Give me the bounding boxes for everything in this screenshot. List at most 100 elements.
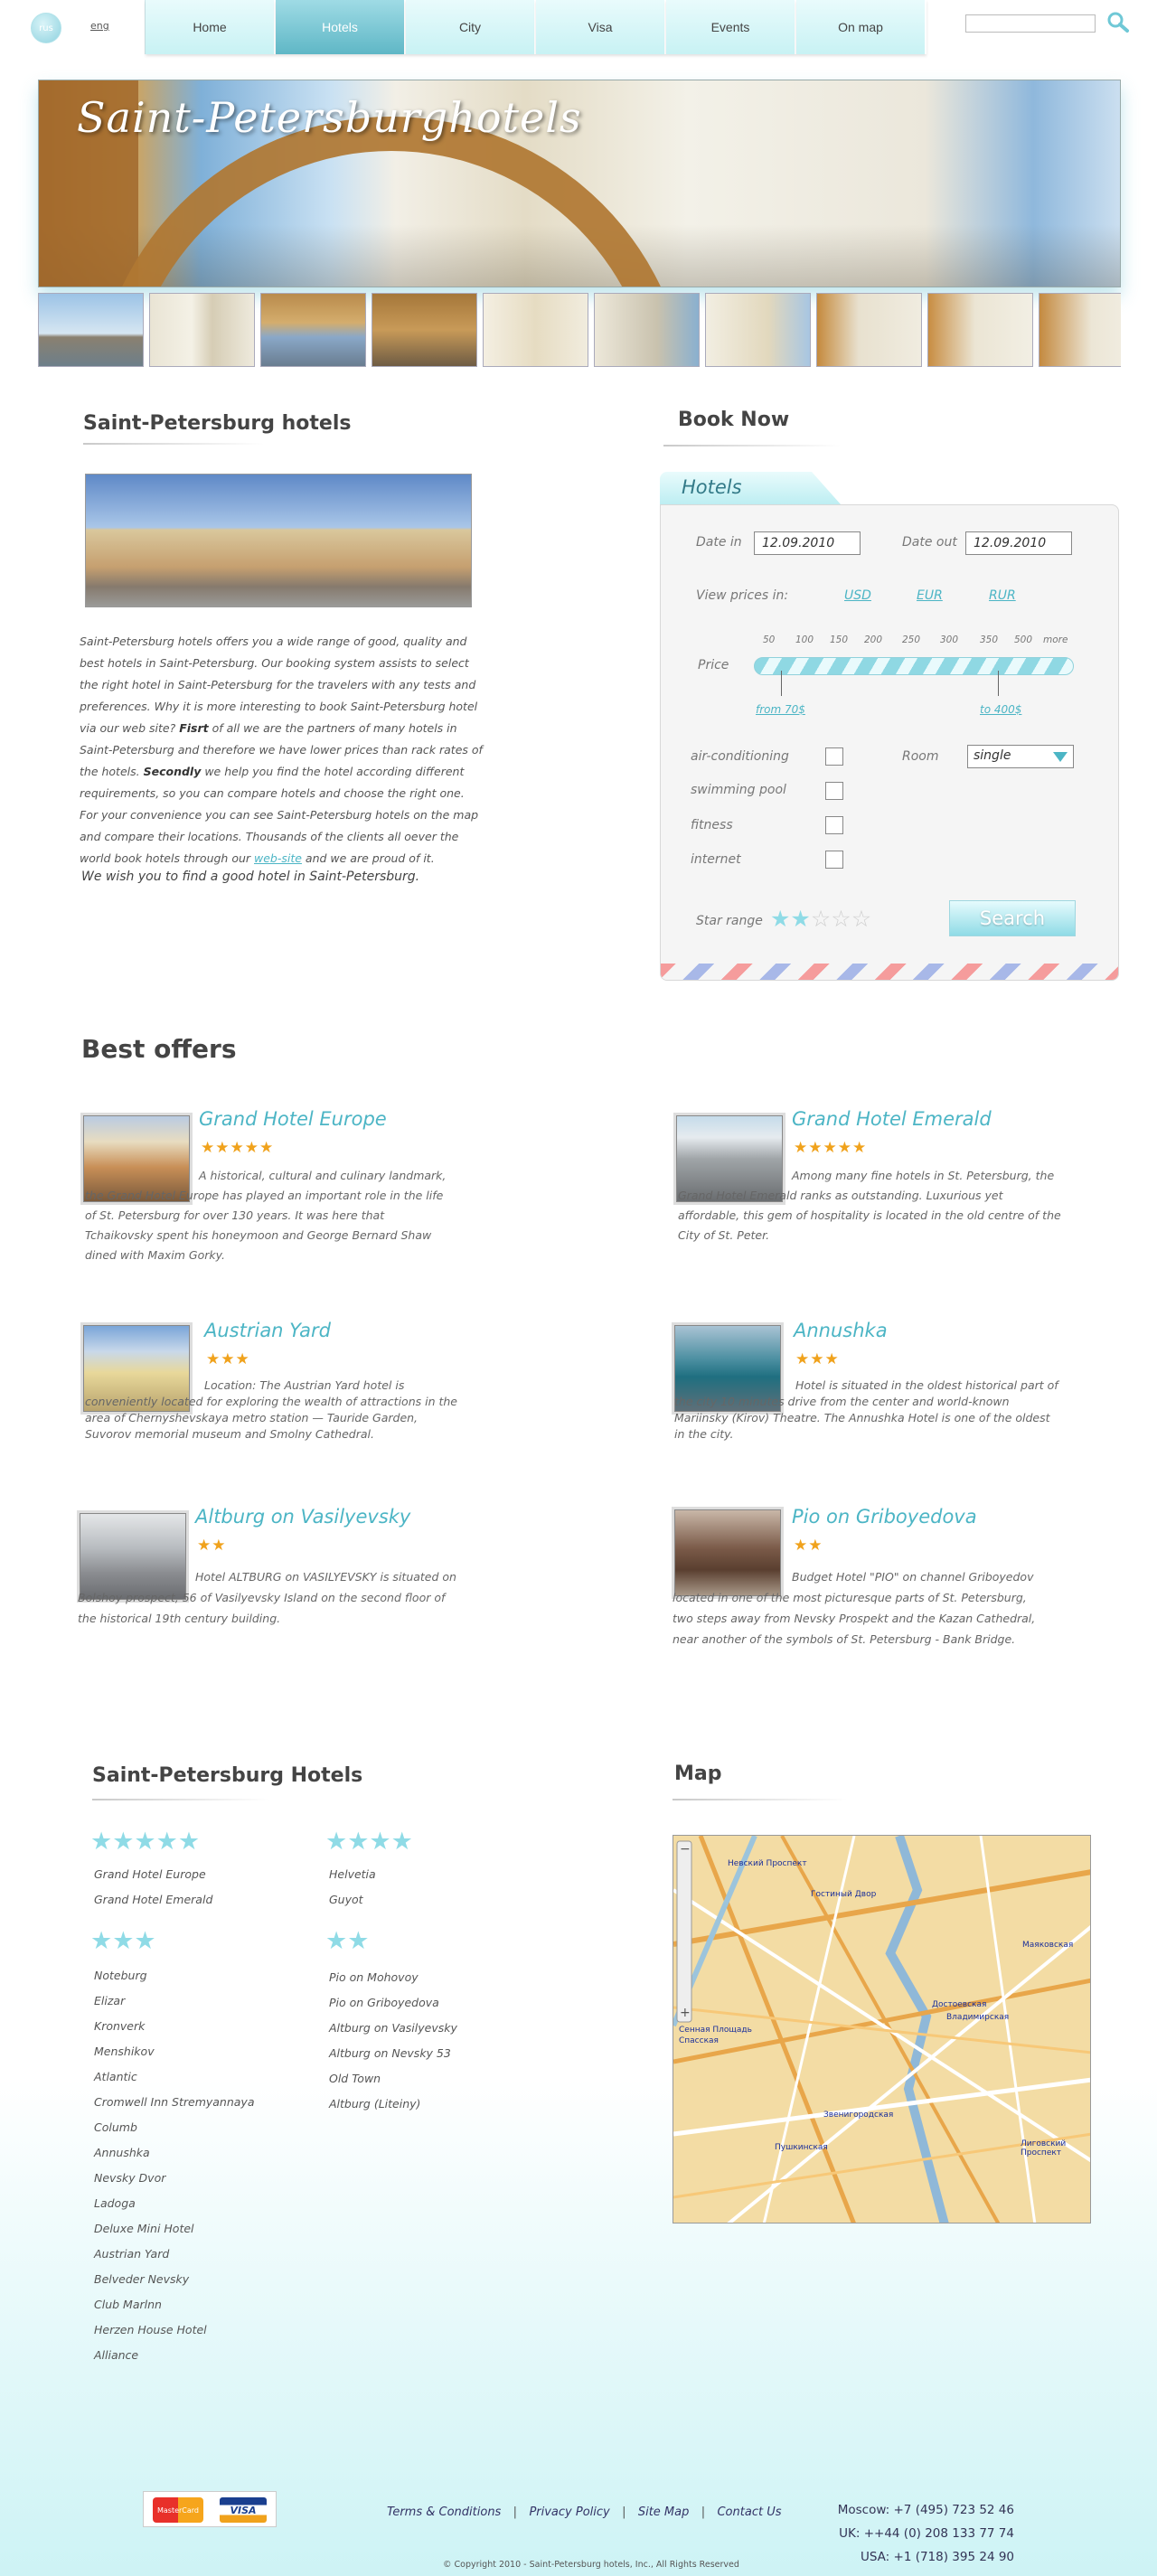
slider-min-handle[interactable] [781, 671, 782, 696]
search-icon[interactable] [1106, 11, 1130, 34]
offer-description: Location: The Austrian Yard hotel is con… [85, 1378, 457, 1441]
hotel-link[interactable]: Kronverk [94, 2014, 255, 2039]
currency-usd[interactable]: USD [844, 588, 871, 603]
contact-link[interactable]: Contact Us [717, 2505, 781, 2519]
intro-wish: We wish you to find a good hotel in Sain… [81, 870, 420, 884]
star-empty-icon[interactable]: ☆ [811, 906, 831, 932]
map-label: Маяковская [1022, 1941, 1074, 1950]
thumbnail[interactable] [260, 293, 366, 367]
hotel-link[interactable]: Cromwell Inn Stremyannaya [94, 2090, 255, 2115]
hotel-link[interactable]: Pio on Griboyedova [329, 1990, 457, 2016]
star-range-rating[interactable]: ★★☆☆☆ [770, 907, 871, 930]
currency-rur[interactable]: RUR [989, 588, 1016, 603]
offer-name-link[interactable]: Annushka [794, 1320, 888, 1341]
fitness-checkbox[interactable] [825, 816, 843, 834]
room-select[interactable]: single [967, 745, 1074, 768]
hotel-link[interactable]: Deluxe Mini Hotel [94, 2216, 255, 2242]
hotel-link[interactable]: Old Town [329, 2066, 457, 2092]
language-russian-button[interactable]: rus [31, 13, 61, 43]
hotel-link[interactable]: Grand Hotel Europe [94, 1862, 212, 1887]
offer-rating: ★★ [794, 1537, 823, 1555]
thumbnail[interactable] [38, 293, 144, 367]
hotel-link[interactable]: Atlantic [94, 2064, 255, 2090]
thumbnail[interactable] [1039, 293, 1121, 367]
swimming-pool-checkbox[interactable] [825, 782, 843, 800]
hotel-link[interactable]: Elizar [94, 1988, 255, 2014]
sitemap-link[interactable]: Site Map [638, 2505, 690, 2519]
intro-text-bold: Secondly [143, 765, 202, 778]
date-out-field[interactable]: 12.09.2010 [965, 531, 1072, 555]
date-in-field[interactable]: 12.09.2010 [754, 531, 861, 555]
thumbnail[interactable] [372, 293, 477, 367]
hotel-link[interactable]: Guyot [329, 1887, 376, 1913]
hotel-link[interactable]: Noteburg [94, 1963, 255, 1988]
internet-checkbox[interactable] [825, 851, 843, 869]
map-title-underline [673, 1799, 848, 1800]
star-filled-icon[interactable]: ★ [770, 906, 790, 932]
nav-on-map[interactable]: On map [796, 0, 927, 54]
thumbnail[interactable] [705, 293, 811, 367]
hotel-link[interactable]: Belveder Nevsky [94, 2267, 255, 2292]
privacy-link[interactable]: Privacy Policy [529, 2505, 609, 2519]
web-site-link[interactable]: web-site [254, 851, 302, 865]
footer-separator: | [505, 2505, 525, 2519]
amenity-label: internet [691, 852, 741, 867]
star-empty-icon[interactable]: ☆ [851, 906, 871, 932]
offer-description: Hotel ALTBURG on VASILYEVSKY is situated… [78, 1570, 456, 1625]
lang-circle-label: rus [39, 23, 53, 33]
price-range-slider[interactable] [754, 657, 1074, 675]
terms-link[interactable]: Terms & Conditions [387, 2505, 501, 2519]
hotel-link[interactable]: Ladoga [94, 2191, 255, 2216]
map-label: Невский Проспект [728, 1859, 807, 1868]
hotel-link[interactable]: Austrian Yard [94, 2242, 255, 2267]
nav-events[interactable]: Events [666, 0, 796, 54]
svg-text:−: − [680, 1842, 691, 1857]
language-english-link[interactable]: eng [90, 20, 109, 32]
nav-city[interactable]: City [406, 0, 536, 54]
hotel-link[interactable]: Annushka [94, 2140, 255, 2166]
search-input[interactable] [965, 14, 1096, 33]
star-filled-icon[interactable]: ★ [790, 906, 810, 932]
nav-hotels[interactable]: Hotels [276, 0, 406, 54]
hotel-link[interactable]: Herzen House Hotel [94, 2317, 255, 2343]
offer-rating: ★★ [197, 1537, 227, 1555]
thumbnail[interactable] [594, 293, 700, 367]
date-in-label: Date in [696, 535, 742, 550]
hotels-list-title: Saint-Petersburg Hotels [92, 1764, 363, 1787]
search-hotels-button[interactable]: Search [949, 900, 1076, 936]
hotel-link[interactable]: Columb [94, 2115, 255, 2140]
phone-uk: UK: ++44 (0) 208 133 77 74 [839, 2526, 1014, 2541]
offer-name-link[interactable]: Grand Hotel Europe [199, 1108, 387, 1130]
air-conditioning-checkbox[interactable] [825, 747, 843, 766]
hotel-link[interactable]: Altburg on Vasilyevsky [329, 2016, 457, 2041]
offer-name-link[interactable]: Grand Hotel Emerald [792, 1108, 992, 1130]
thumbnail[interactable] [149, 293, 255, 367]
hotel-link[interactable]: Pio on Mohovoy [329, 1965, 457, 1990]
map-label: Звенигородская [823, 2111, 894, 2120]
hotel-link[interactable]: Club Marlnn [94, 2292, 255, 2317]
thumbnail[interactable] [927, 293, 1033, 367]
star-empty-icon[interactable]: ☆ [831, 906, 851, 932]
thumbnail[interactable] [816, 293, 922, 367]
intro-text-bold: Fisrt [179, 721, 209, 735]
thumbnail[interactable] [483, 293, 588, 367]
hotel-link[interactable]: Menshikov [94, 2039, 255, 2064]
city-map[interactable]: − + Невский Проспект Гостиный Двор Маяко… [673, 1835, 1091, 2223]
hotel-link[interactable]: Helvetia [329, 1862, 376, 1887]
offer-name-link[interactable]: Austrian Yard [204, 1320, 331, 1341]
offer-name-link[interactable]: Pio on Griboyedova [792, 1506, 977, 1528]
nav-home[interactable]: Home [146, 0, 276, 54]
currency-eur[interactable]: EUR [917, 588, 943, 603]
two-star-list: Pio on Mohovoy Pio on Griboyedova Altbur… [329, 1965, 457, 2117]
offer-description: A historical, cultural and culinary land… [85, 1169, 447, 1262]
nav-visa[interactable]: Visa [536, 0, 666, 54]
hotel-link[interactable]: Alliance [94, 2343, 255, 2368]
date-out-label: Date out [902, 535, 957, 550]
offer-name-link[interactable]: Altburg on Vasilyevsky [195, 1506, 410, 1528]
hotel-link[interactable]: Altburg (Liteiny) [329, 2092, 457, 2117]
hotel-link[interactable]: Nevsky Dvor [94, 2166, 255, 2191]
slider-max-handle[interactable] [998, 671, 999, 696]
hero-banner: Saint-Petersburghotels [38, 80, 1121, 287]
hotel-link[interactable]: Grand Hotel Emerald [94, 1887, 212, 1913]
hotel-link[interactable]: Altburg on Nevsky 53 [329, 2041, 457, 2066]
